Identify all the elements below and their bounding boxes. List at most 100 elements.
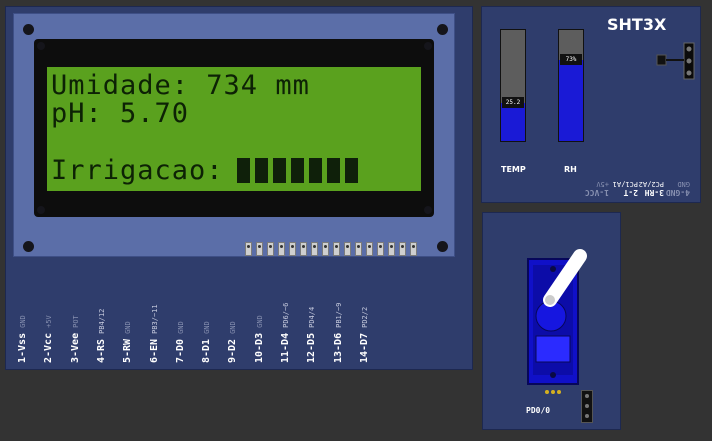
pin-name: 1-Vss <box>17 332 28 363</box>
temperature-value: 25.2 <box>502 97 524 109</box>
header-pin[interactable] <box>399 242 406 256</box>
pin-connection: POT <box>71 315 80 328</box>
mounting-hole <box>23 241 34 252</box>
temperature-fill <box>501 103 525 141</box>
pin-name: 3-Vee <box>69 332 81 363</box>
pin-name: 3-RH <box>644 188 664 197</box>
pin-connection: GND <box>124 321 133 334</box>
bezel-screw <box>37 206 45 214</box>
progress-block <box>309 158 322 183</box>
pin-connection: +5V <box>596 180 609 188</box>
pin-connection: GND <box>255 315 264 328</box>
pin-connection: GND <box>203 321 212 334</box>
pin-name: 1-VCC <box>584 188 609 197</box>
progress-block <box>255 158 268 183</box>
lcd-pin-label: 11-D4 PD6/~6 <box>280 283 293 363</box>
lcd-pin-label: 2-Vcc +5V <box>43 283 56 363</box>
pin-connection: PD2/2 <box>360 306 369 328</box>
sht3x-pin-label: 1-VCC +5V <box>585 128 611 198</box>
pin-name: 9-D2 <box>227 338 239 363</box>
header-pin[interactable] <box>267 242 274 256</box>
lcd-line-4: Irrigacao: <box>51 155 224 186</box>
header-pin[interactable] <box>311 242 318 256</box>
servo-connector <box>581 390 593 423</box>
bezel-screw <box>424 206 432 214</box>
humidity-bar[interactable]: 73% <box>558 29 584 142</box>
bezel-screw <box>424 42 432 50</box>
mounting-hole <box>437 241 448 252</box>
pin-name: 10-D3 <box>253 332 265 363</box>
pin-connection: PC1/A1 <box>612 180 638 188</box>
servo-motor[interactable] <box>520 248 590 398</box>
pin-connection: GND <box>176 321 185 334</box>
sht3x-title: SHT3X <box>607 15 667 34</box>
lcd-line-2: pH: 5.70 <box>51 98 190 129</box>
progress-block <box>327 158 340 183</box>
lcd-pin-label: 6-EN PB3/~11 <box>148 283 162 363</box>
pin-name: 2-T <box>623 188 638 197</box>
pin-name: 12-D5 <box>306 332 318 363</box>
pin-connection: PC2/A2 <box>638 180 664 188</box>
lcd-pin-label: 4-RS PB4/12 <box>95 283 109 363</box>
lcd-line-1: Umidade: 734 mm <box>51 70 310 101</box>
humidity-fill <box>559 59 583 141</box>
servo-pin-label: PD0/0 <box>526 406 551 415</box>
pin-name: 2-Vcc <box>43 332 55 363</box>
pin-name: 14-D7 <box>358 332 370 363</box>
lcd-pin-label: 3-Vee POT <box>69 283 83 363</box>
header-pin[interactable] <box>256 242 263 256</box>
mounting-hole <box>23 24 34 35</box>
lcd-pin-label: 7-D0 GND <box>174 283 188 363</box>
sht3x-connector <box>656 42 695 80</box>
pin-connection: PB4/12 <box>97 308 106 334</box>
header-pin[interactable] <box>289 242 296 256</box>
header-pin[interactable] <box>377 242 384 256</box>
pin-name: 8-D1 <box>201 338 213 363</box>
pin-name: 4-GND <box>665 188 690 197</box>
pin-connection: GND <box>677 180 690 188</box>
lcd-pin-label: 8-D1 GND <box>201 283 214 363</box>
pin-name: 6-EN <box>148 338 160 363</box>
pin-name: 13-D6 <box>332 332 344 363</box>
sht3x-pin-label: 4-GND GND <box>666 128 692 198</box>
header-pin[interactable] <box>344 242 351 256</box>
pin-connection: PD4/4 <box>308 306 317 328</box>
pin-name: 4-RS <box>95 338 107 363</box>
temperature-bar[interactable]: 25.2 <box>500 29 526 142</box>
pin-connection: PB3/~11 <box>150 304 159 334</box>
pin-name: 5-RW <box>122 338 134 363</box>
lcd-pin-label: 1-Vss GND <box>17 283 30 363</box>
pin-name: 7-D0 <box>174 338 186 363</box>
header-pin[interactable] <box>410 242 417 256</box>
humidity-value: 73% <box>560 53 582 65</box>
header-pin[interactable] <box>322 242 329 256</box>
progress-block <box>345 158 358 183</box>
pin-connection: PB1/~9 <box>334 302 343 328</box>
lcd-pin-label: 13-D6 PB1/~9 <box>332 283 346 363</box>
pin-name: 11-D4 <box>280 332 291 363</box>
mounting-hole <box>437 24 448 35</box>
header-pin[interactable] <box>278 242 285 256</box>
temperature-label: TEMP <box>501 165 526 174</box>
progress-block <box>273 158 286 183</box>
pin-connection: GND <box>19 315 27 328</box>
lcd-pin-label: 10-D3 GND <box>253 283 267 363</box>
header-pin[interactable] <box>245 242 252 256</box>
pin-connection: GND <box>229 321 238 334</box>
progress-block <box>291 158 304 183</box>
progress-block <box>237 158 250 183</box>
pin-connection: +5V <box>45 315 54 328</box>
humidity-label: RH <box>564 165 577 174</box>
lcd-pin-label: 14-D7 PD2/2 <box>358 283 372 363</box>
header-pin[interactable] <box>366 242 373 256</box>
bezel-screw <box>37 42 45 50</box>
lcd-pin-label: 12-D5 PD4/4 <box>306 283 319 363</box>
sht3x-pin-label: 3-RH PC2/A2 <box>639 128 666 198</box>
header-pin[interactable] <box>300 242 307 256</box>
header-pin[interactable] <box>355 242 362 256</box>
lcd-screen: Umidade: 734 mm pH: 5.70 Irrigacao: <box>47 67 421 191</box>
lcd-pin-label: 5-RW GND <box>122 283 135 363</box>
header-pin[interactable] <box>333 242 340 256</box>
header-pin[interactable] <box>388 242 395 256</box>
pin-connection: PD6/~6 <box>282 302 290 328</box>
